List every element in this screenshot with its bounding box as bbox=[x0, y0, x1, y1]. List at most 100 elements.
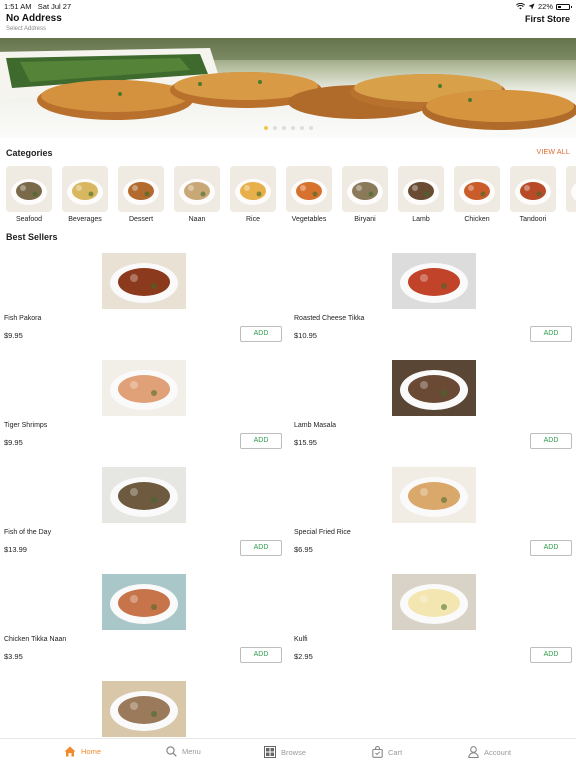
product-price: $3.95 bbox=[4, 652, 23, 661]
address-title[interactable]: No Address bbox=[6, 13, 62, 24]
add-to-cart-button[interactable]: ADD bbox=[240, 540, 282, 556]
battery-percent: 22% bbox=[537, 2, 553, 11]
add-to-cart-button[interactable]: ADD bbox=[530, 326, 572, 342]
product-image[interactable] bbox=[392, 253, 476, 309]
add-to-cart-button[interactable]: ADD bbox=[240, 433, 282, 449]
store-name[interactable]: First Store bbox=[525, 14, 570, 24]
product-image[interactable] bbox=[102, 574, 186, 630]
add-to-cart-button[interactable]: ADD bbox=[240, 647, 282, 663]
tab-account[interactable]: Account bbox=[468, 746, 511, 758]
product-card[interactable]: Special Fried Rice $6.95 ADD bbox=[290, 467, 576, 574]
category-thumbnail bbox=[118, 166, 164, 212]
category-thumbnail bbox=[62, 166, 108, 212]
product-card[interactable]: Roasted Cheese Tikka $10.95 ADD bbox=[290, 253, 576, 360]
add-to-cart-button[interactable]: ADD bbox=[530, 433, 572, 449]
category-thumbnail bbox=[510, 166, 556, 212]
tab-cart[interactable]: Cart bbox=[372, 746, 402, 758]
category-thumbnail bbox=[174, 166, 220, 212]
add-to-cart-button[interactable]: ADD bbox=[530, 540, 572, 556]
category-item[interactable]: Dessert bbox=[118, 166, 164, 223]
product-name: Fish of the Day bbox=[4, 529, 52, 536]
home-icon bbox=[64, 746, 76, 757]
tab-account-label: Account bbox=[484, 747, 512, 757]
status-time-text: 1:51 AM bbox=[4, 2, 32, 11]
tab-menu-label: Menu bbox=[182, 747, 201, 756]
product-card[interactable]: Lamb Masala $15.95 ADD bbox=[290, 360, 576, 467]
pager-dot[interactable] bbox=[290, 126, 295, 130]
user-icon bbox=[468, 746, 479, 758]
product-price: $2.95 bbox=[294, 652, 313, 661]
battery-icon bbox=[556, 3, 572, 10]
category-thumbnail bbox=[342, 166, 388, 212]
product-card[interactable]: Fish Pakora $9.95 ADD bbox=[0, 253, 288, 360]
product-image[interactable] bbox=[392, 360, 476, 416]
add-to-cart-button[interactable]: ADD bbox=[240, 326, 282, 342]
pager-dot[interactable] bbox=[281, 126, 286, 130]
category-label: Lamb bbox=[412, 216, 430, 223]
banner-pager[interactable] bbox=[0, 126, 576, 130]
category-item[interactable]: Tandoori bbox=[510, 166, 556, 223]
hero-banner[interactable] bbox=[0, 38, 576, 138]
categories-row[interactable]: Seafood Beverages Dessert Naan Rice Vegetable… bbox=[0, 166, 576, 226]
category-thumbnail bbox=[566, 166, 576, 212]
status-right: 22% bbox=[515, 2, 572, 11]
category-item[interactable]: Beverages bbox=[62, 166, 108, 223]
tab-cart-label: Cart bbox=[388, 747, 403, 757]
category-label: Dessert bbox=[128, 216, 154, 223]
product-price: $9.95 bbox=[4, 331, 23, 340]
tab-menu[interactable]: Menu bbox=[166, 746, 201, 757]
wifi-icon bbox=[515, 3, 525, 10]
category-label: Chicken bbox=[464, 216, 490, 223]
categories-title: Categories bbox=[6, 148, 53, 158]
bag-icon bbox=[372, 746, 383, 758]
product-name: Fish Pakora bbox=[4, 315, 42, 322]
product-card[interactable]: Tiger Shrimps $9.95 ADD bbox=[0, 360, 288, 467]
category-label: Naan bbox=[188, 216, 206, 223]
product-price: $13.99 bbox=[4, 545, 27, 554]
product-image[interactable] bbox=[392, 574, 476, 630]
product-image[interactable] bbox=[102, 253, 186, 309]
tab-home-label: Home bbox=[81, 747, 102, 756]
pager-dot[interactable] bbox=[263, 126, 268, 130]
grid-icon bbox=[264, 746, 276, 758]
product-card[interactable]: Kulfi $2.95 ADD bbox=[290, 574, 576, 681]
category-item[interactable]: Biryani bbox=[342, 166, 388, 223]
category-label: A bbox=[566, 216, 576, 223]
best-sellers-title: Best Sellers bbox=[6, 232, 58, 242]
header: No Address Select Address First Store bbox=[0, 12, 576, 38]
add-to-cart-button[interactable]: ADD bbox=[530, 647, 572, 663]
pager-dot[interactable] bbox=[308, 126, 313, 130]
category-item[interactable]: Vegetables bbox=[286, 166, 332, 223]
product-name: Lamb Masala bbox=[294, 422, 337, 429]
product-price: $15.95 bbox=[294, 438, 317, 447]
address-subtitle[interactable]: Select Address bbox=[6, 26, 46, 32]
category-item[interactable]: Seafood bbox=[6, 166, 52, 223]
category-thumbnail bbox=[398, 166, 444, 212]
tab-browse[interactable]: Browse bbox=[264, 746, 306, 758]
product-card[interactable]: Chicken Tikka Naan $3.95 ADD bbox=[0, 574, 288, 681]
status-date-text: Sat Jul 27 bbox=[37, 2, 72, 11]
category-label: Tandoori bbox=[519, 216, 547, 223]
category-item[interactable]: Lamb bbox=[398, 166, 444, 223]
product-name: Chicken Tikka Naan bbox=[4, 636, 67, 643]
tab-browse-label: Browse bbox=[281, 747, 307, 757]
product-image[interactable] bbox=[102, 467, 186, 523]
category-item[interactable]: Rice bbox=[230, 166, 276, 223]
category-label: Vegetables bbox=[291, 216, 327, 223]
category-item[interactable]: A bbox=[566, 166, 576, 223]
category-thumbnail bbox=[6, 166, 52, 212]
product-image[interactable] bbox=[392, 467, 476, 523]
pager-dot[interactable] bbox=[299, 126, 304, 130]
status-time: 1:51 AM Sat Jul 27 bbox=[4, 2, 71, 11]
category-item[interactable]: Chicken bbox=[454, 166, 500, 223]
category-thumbnail bbox=[286, 166, 332, 212]
product-name: Roasted Cheese Tikka bbox=[294, 315, 365, 322]
view-all-link[interactable]: VIEW ALL bbox=[536, 149, 570, 156]
product-image[interactable] bbox=[102, 360, 186, 416]
category-item[interactable]: Naan bbox=[174, 166, 220, 223]
status-bar: 1:51 AM Sat Jul 27 22% bbox=[0, 0, 576, 12]
product-image[interactable] bbox=[102, 681, 186, 737]
tab-home[interactable]: Home bbox=[64, 746, 101, 757]
product-card[interactable]: Fish of the Day $13.99 ADD bbox=[0, 467, 288, 574]
pager-dot[interactable] bbox=[272, 126, 277, 130]
